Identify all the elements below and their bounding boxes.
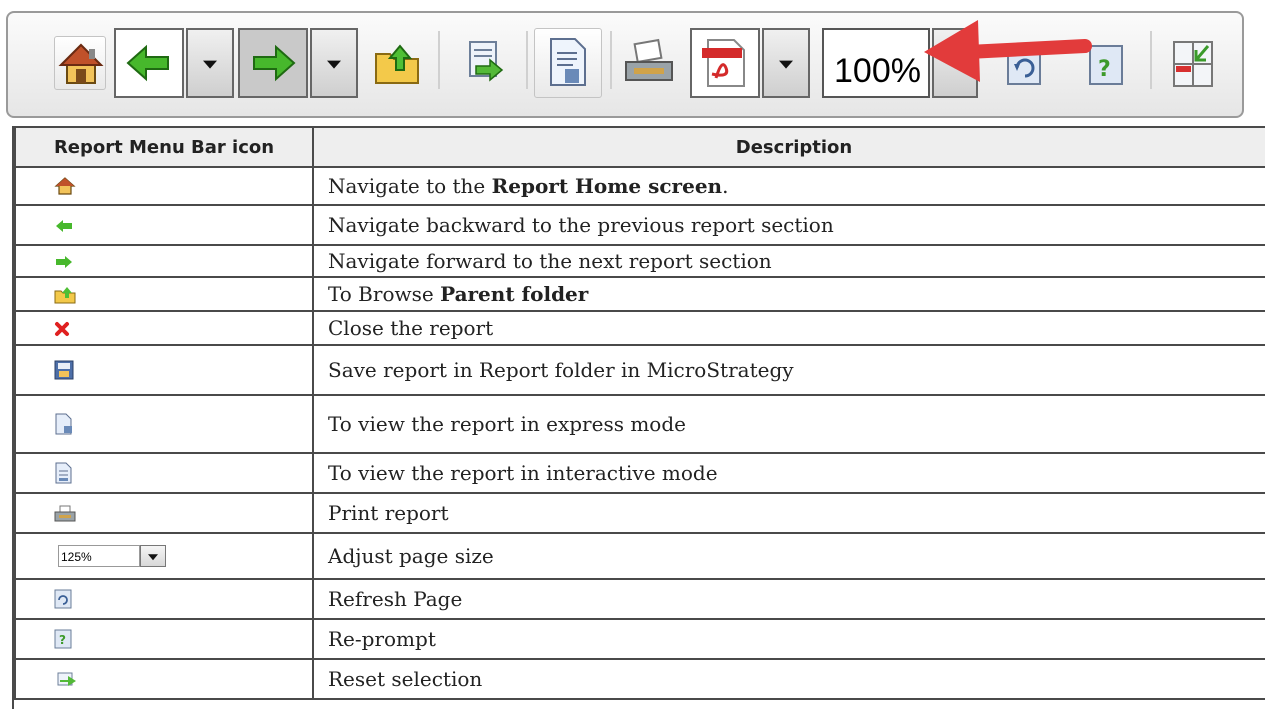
column-header-description: Description (312, 126, 1265, 168)
table-row: ? Re-prompt (14, 618, 1265, 660)
svg-text:?: ? (59, 633, 66, 647)
row-description: Close the report (312, 310, 1265, 346)
forward-arrow-icon (56, 256, 72, 268)
row-description: Navigate to the Report Home screen. (312, 166, 1265, 206)
row-description: Reset selection (312, 658, 1265, 700)
table-row: 125% Adjust page size (14, 532, 1265, 580)
interactive-mode-icon (55, 462, 72, 484)
save-icon (54, 360, 74, 380)
zoom-select-value: 125% (58, 545, 140, 567)
table-row: Save report in Report folder in MicroStr… (14, 344, 1265, 396)
table-row: Refresh Page (14, 578, 1265, 620)
row-description: Print report (312, 492, 1265, 534)
zoom-select-arrow[interactable] (140, 545, 166, 567)
refresh-icon (54, 589, 72, 609)
table-row: To view the report in express mode (14, 394, 1265, 454)
close-icon (55, 322, 69, 336)
table-row: Navigate backward to the previous report… (14, 204, 1265, 246)
row-description: Refresh Page (312, 578, 1265, 620)
row-description: To view the report in express mode (312, 394, 1265, 454)
home-icon (54, 177, 76, 195)
table-row: Close the report (14, 310, 1265, 346)
row-description: Adjust page size (312, 532, 1265, 580)
express-mode-icon (55, 413, 72, 435)
icon-reference-table: Report Menu Bar icon Description Navigat… (14, 126, 1265, 700)
reset-selection-icon (57, 672, 76, 686)
reprompt-icon: ? (54, 629, 72, 649)
row-description: Navigate forward to the next report sect… (312, 244, 1265, 278)
table-row: Navigate to the Report Home screen. (14, 166, 1265, 206)
back-arrow-icon (56, 220, 72, 232)
row-description: To view the report in interactive mode (312, 452, 1265, 494)
annotation-arrow (924, 20, 1092, 82)
print-icon (54, 505, 76, 522)
table-row: Navigate forward to the next report sect… (14, 244, 1265, 278)
column-header-icon: Report Menu Bar icon (14, 126, 314, 168)
table-row: To view the report in interactive mode (14, 452, 1265, 494)
table-row: Print report (14, 492, 1265, 534)
row-description: To Browse Parent folder (312, 276, 1265, 312)
table-row: To Browse Parent folder (14, 276, 1265, 312)
row-description: Navigate backward to the previous report… (312, 204, 1265, 246)
row-description: Re-prompt (312, 618, 1265, 660)
parent-folder-icon (54, 286, 76, 304)
row-description: Save report in Report folder in MicroStr… (312, 344, 1265, 396)
zoom-select[interactable]: 125% (58, 545, 166, 567)
table-row: Reset selection (14, 658, 1265, 700)
